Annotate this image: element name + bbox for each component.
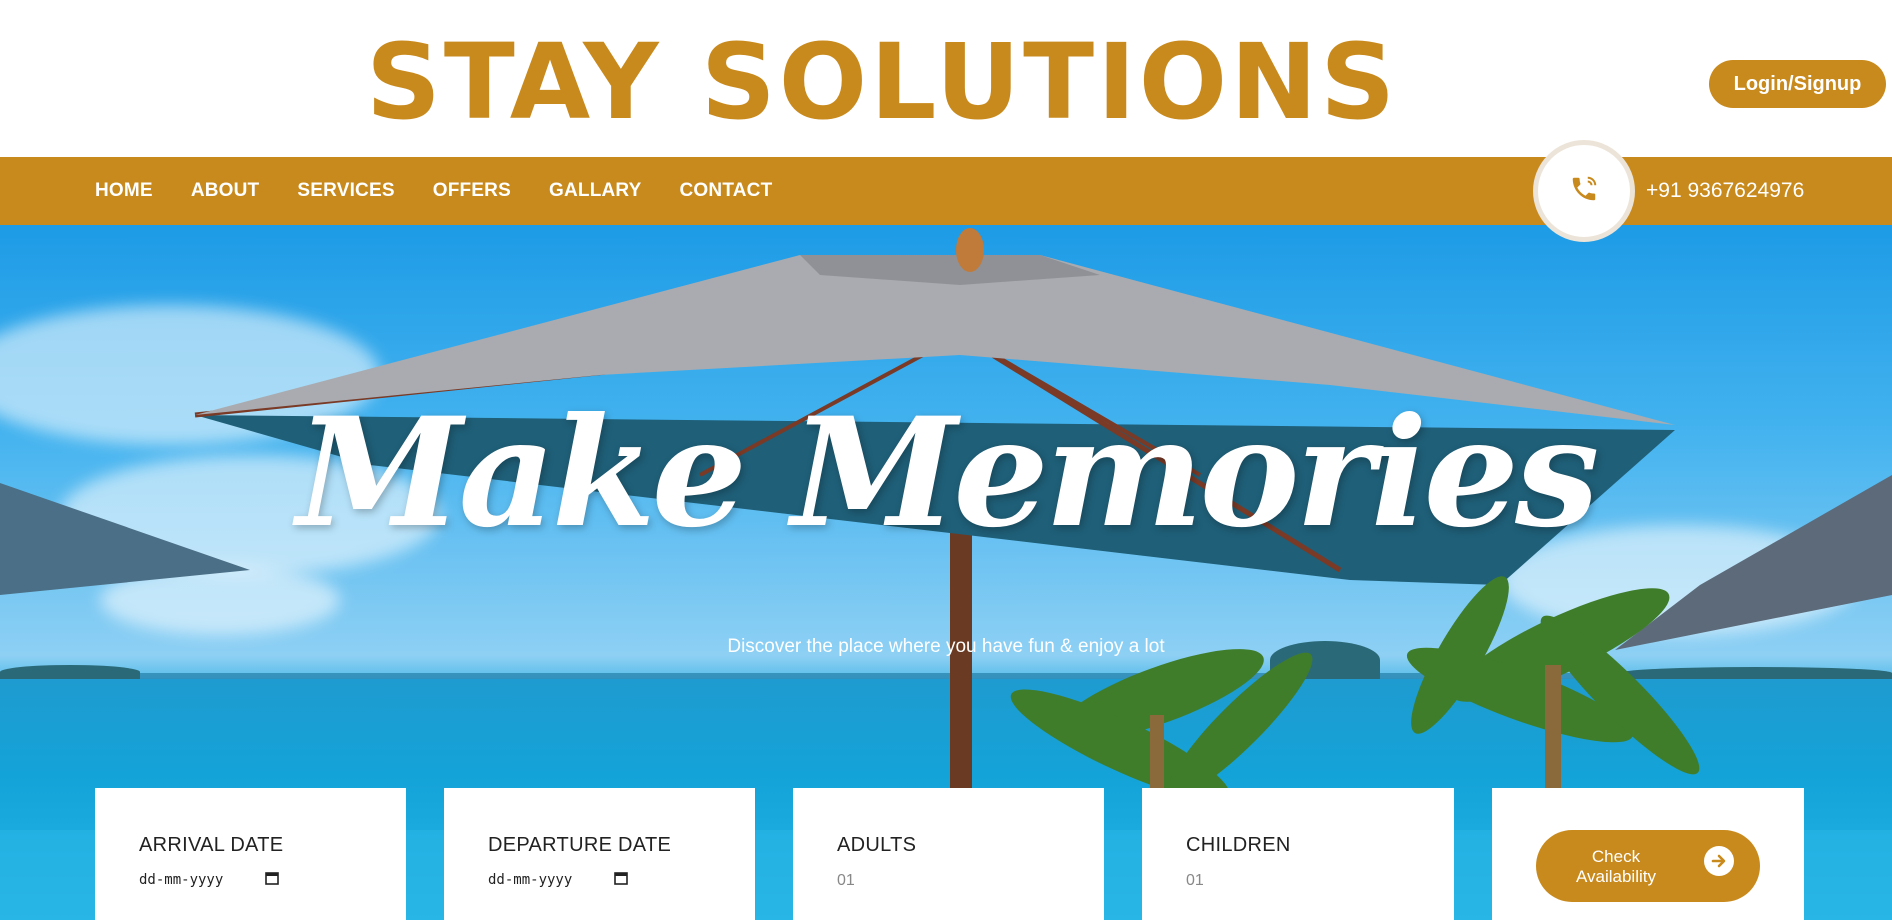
arrival-date-card: ARRIVAL DATE dd-mm-yyyy	[95, 788, 406, 920]
departure-date-card: DEPARTURE DATE dd-mm-yyyy	[444, 788, 755, 920]
check-availability-card: Check Availability	[1492, 788, 1804, 920]
children-input[interactable]: 01	[1186, 872, 1204, 890]
adults-label: ADULTS	[837, 834, 917, 856]
nav-item-gallary[interactable]: GALLARY	[549, 180, 642, 202]
arrow-right-icon	[1704, 846, 1734, 876]
adults-input[interactable]: 01	[837, 872, 855, 890]
phone-badge[interactable]	[1533, 140, 1635, 242]
arrival-date-placeholder: dd-mm-yyyy	[139, 872, 224, 888]
phone-number[interactable]: +91 9367624976	[1646, 179, 1804, 203]
nav-item-services[interactable]: SERVICES	[297, 180, 394, 202]
phone-icon	[1569, 174, 1599, 209]
nav-item-offers[interactable]: OFFERS	[433, 180, 511, 202]
nav-item-home[interactable]: HOME	[95, 180, 153, 202]
arrival-date-input[interactable]: dd-mm-yyyy	[139, 868, 279, 892]
calendar-icon[interactable]	[265, 871, 279, 889]
hero-title: Make Memories	[296, 385, 1600, 561]
nav-item-contact[interactable]: CONTACT	[680, 180, 773, 202]
site-logo[interactable]: STAY SOLUTIONS	[366, 30, 1398, 134]
departure-date-placeholder: dd-mm-yyyy	[488, 872, 573, 888]
arrival-date-label: ARRIVAL DATE	[139, 834, 284, 856]
check-availability-label: Check Availability	[1575, 847, 1656, 886]
departure-date-label: DEPARTURE DATE	[488, 834, 672, 856]
nav-item-about[interactable]: ABOUT	[191, 180, 260, 202]
site-header: STAY SOLUTIONS Login/Signup	[0, 0, 1892, 157]
calendar-icon[interactable]	[614, 871, 628, 889]
children-label: CHILDREN	[1186, 834, 1291, 856]
login-signup-button[interactable]: Login/Signup	[1709, 60, 1886, 108]
check-availability-button[interactable]: Check Availability	[1536, 830, 1760, 902]
nav-menu: HOME ABOUT SERVICES OFFERS GALLARY CONTA…	[95, 157, 810, 225]
departure-date-input[interactable]: dd-mm-yyyy	[488, 868, 628, 892]
adults-card: ADULTS 01	[793, 788, 1104, 920]
hero-subtitle: Discover the place where you have fun & …	[727, 636, 1165, 657]
children-card: CHILDREN 01	[1142, 788, 1454, 920]
